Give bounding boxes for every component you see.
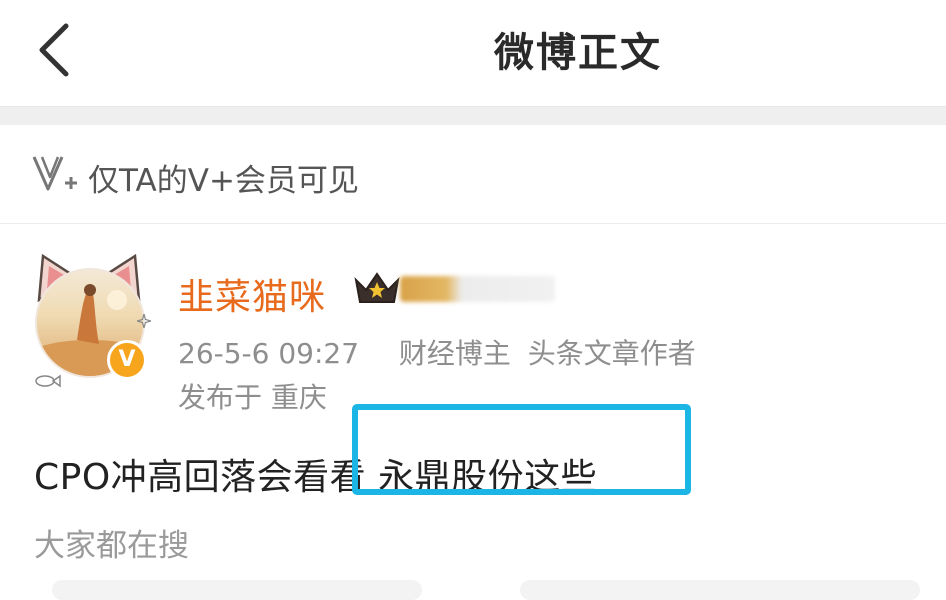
highlight-annotation xyxy=(352,404,691,495)
author-tag: 头条文章作者 xyxy=(527,337,696,370)
verified-badge: V xyxy=(107,340,147,380)
sparkle-icon xyxy=(137,314,151,328)
section-divider xyxy=(0,107,946,125)
avatar[interactable]: V xyxy=(25,248,153,388)
crown-icon xyxy=(354,272,400,303)
author-tag: 财经博主 xyxy=(398,337,511,370)
member-badge-blurred xyxy=(400,276,555,302)
post-meta: 26-5-6 09:27 财经博主 头条文章作者 xyxy=(178,332,704,372)
post-timestamp: 26-5-6 09:27 xyxy=(178,337,360,370)
visibility-text: 仅TA的V+会员可见 xyxy=(88,163,359,199)
v-plus-icon xyxy=(32,156,77,191)
visibility-notice: 仅TA的V+会员可见 xyxy=(0,125,946,224)
trending-search-label: 大家都在搜 xyxy=(34,528,189,564)
search-chip[interactable] xyxy=(520,580,920,600)
top-nav-bar: 微博正文 xyxy=(0,0,946,107)
page-title: 微博正文 xyxy=(494,30,662,76)
author-name[interactable]: 韭菜猫咪 xyxy=(178,268,326,320)
weibo-post: V 韭菜猫咪 26-5-6 09:27 财经博主 头条文章作者 发布于 重庆 C… xyxy=(0,224,946,600)
fish-icon xyxy=(35,374,61,388)
post-location: 发布于 重庆 xyxy=(178,381,327,414)
search-chip[interactable] xyxy=(52,580,422,600)
